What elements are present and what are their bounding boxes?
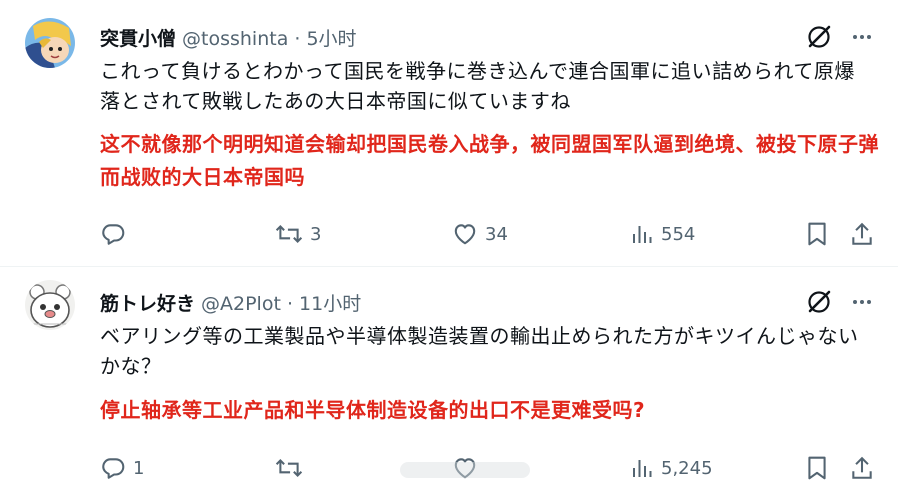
retweet-count: 3 — [310, 223, 322, 245]
bookmark-icon — [805, 455, 829, 481]
timestamp[interactable]: 5小时 — [306, 28, 356, 50]
reply-icon — [100, 221, 126, 247]
share-button[interactable] — [850, 452, 874, 484]
views-button[interactable]: 554 — [630, 218, 695, 250]
heart-icon — [452, 221, 478, 247]
share-button[interactable] — [850, 218, 874, 250]
bookmark-button[interactable] — [805, 218, 829, 250]
like-count: 34 — [485, 223, 508, 245]
tweet-translation: 停止轴承等工业产品和半导体制造设备的出口不是更难受吗? — [100, 398, 646, 422]
reply-button[interactable] — [100, 218, 133, 250]
more-icon[interactable] — [850, 25, 874, 49]
reply-icon — [100, 455, 126, 481]
tweet-top-actions — [806, 289, 874, 315]
avatar[interactable] — [25, 280, 75, 330]
like-button[interactable]: 34 — [452, 218, 508, 250]
tweet[interactable]: 突貫小僧 @tosshinta · 5小时 これって負けるとわかって国民を戦争に… — [0, 0, 898, 266]
bookmark-icon — [805, 221, 829, 247]
tweet-text: これって負けるとわかって国民を戦争に巻き込んで連合国軍に追い詰められて原爆落とさ… — [100, 59, 855, 113]
views-button[interactable]: 5,245 — [630, 452, 713, 484]
views-icon — [630, 222, 654, 246]
retweet-button[interactable]: 3 — [275, 218, 321, 250]
bookmark-button[interactable] — [805, 452, 829, 484]
view-count: 5,245 — [661, 457, 713, 479]
author-handle[interactable]: @A2Plot · 11小时 — [201, 289, 361, 316]
author-name[interactable]: 突貫小僧 — [100, 24, 176, 51]
tweet-text: ベアリング等の工業製品や半導体製造装置の輸出止められた方がキツイんじゃないかな？ — [100, 324, 859, 378]
grok-icon[interactable] — [806, 289, 832, 315]
view-count: 554 — [661, 223, 696, 245]
reply-button[interactable]: 1 — [100, 452, 144, 484]
share-icon — [850, 221, 874, 247]
avatar[interactable] — [25, 18, 75, 68]
tweet-header: 筋トレ好き @A2Plot · 11小时 — [100, 287, 361, 317]
tweet-header: 突貫小僧 @tosshinta · 5小时 — [100, 22, 357, 52]
author-handle[interactable]: @tosshinta · 5小时 — [182, 24, 357, 51]
more-icon[interactable] — [850, 290, 874, 314]
views-icon — [630, 456, 654, 480]
action-bar: 3 34 554 — [100, 218, 878, 250]
retweet-icon — [275, 455, 303, 481]
share-icon — [850, 455, 874, 481]
tweet-translation: 这不就像那个明明知道会输却把国民卷入战争，被同盟国军队逼到绝境、被投下原子弹而战… — [100, 132, 879, 189]
tweet-top-actions — [806, 24, 874, 50]
retweet-icon — [275, 221, 303, 247]
grok-icon[interactable] — [806, 24, 832, 50]
author-name[interactable]: 筋トレ好き — [100, 289, 195, 316]
reply-count: 1 — [133, 457, 145, 479]
watermark — [400, 454, 530, 484]
retweet-button[interactable] — [275, 452, 310, 484]
timestamp[interactable]: 11小时 — [299, 293, 361, 315]
